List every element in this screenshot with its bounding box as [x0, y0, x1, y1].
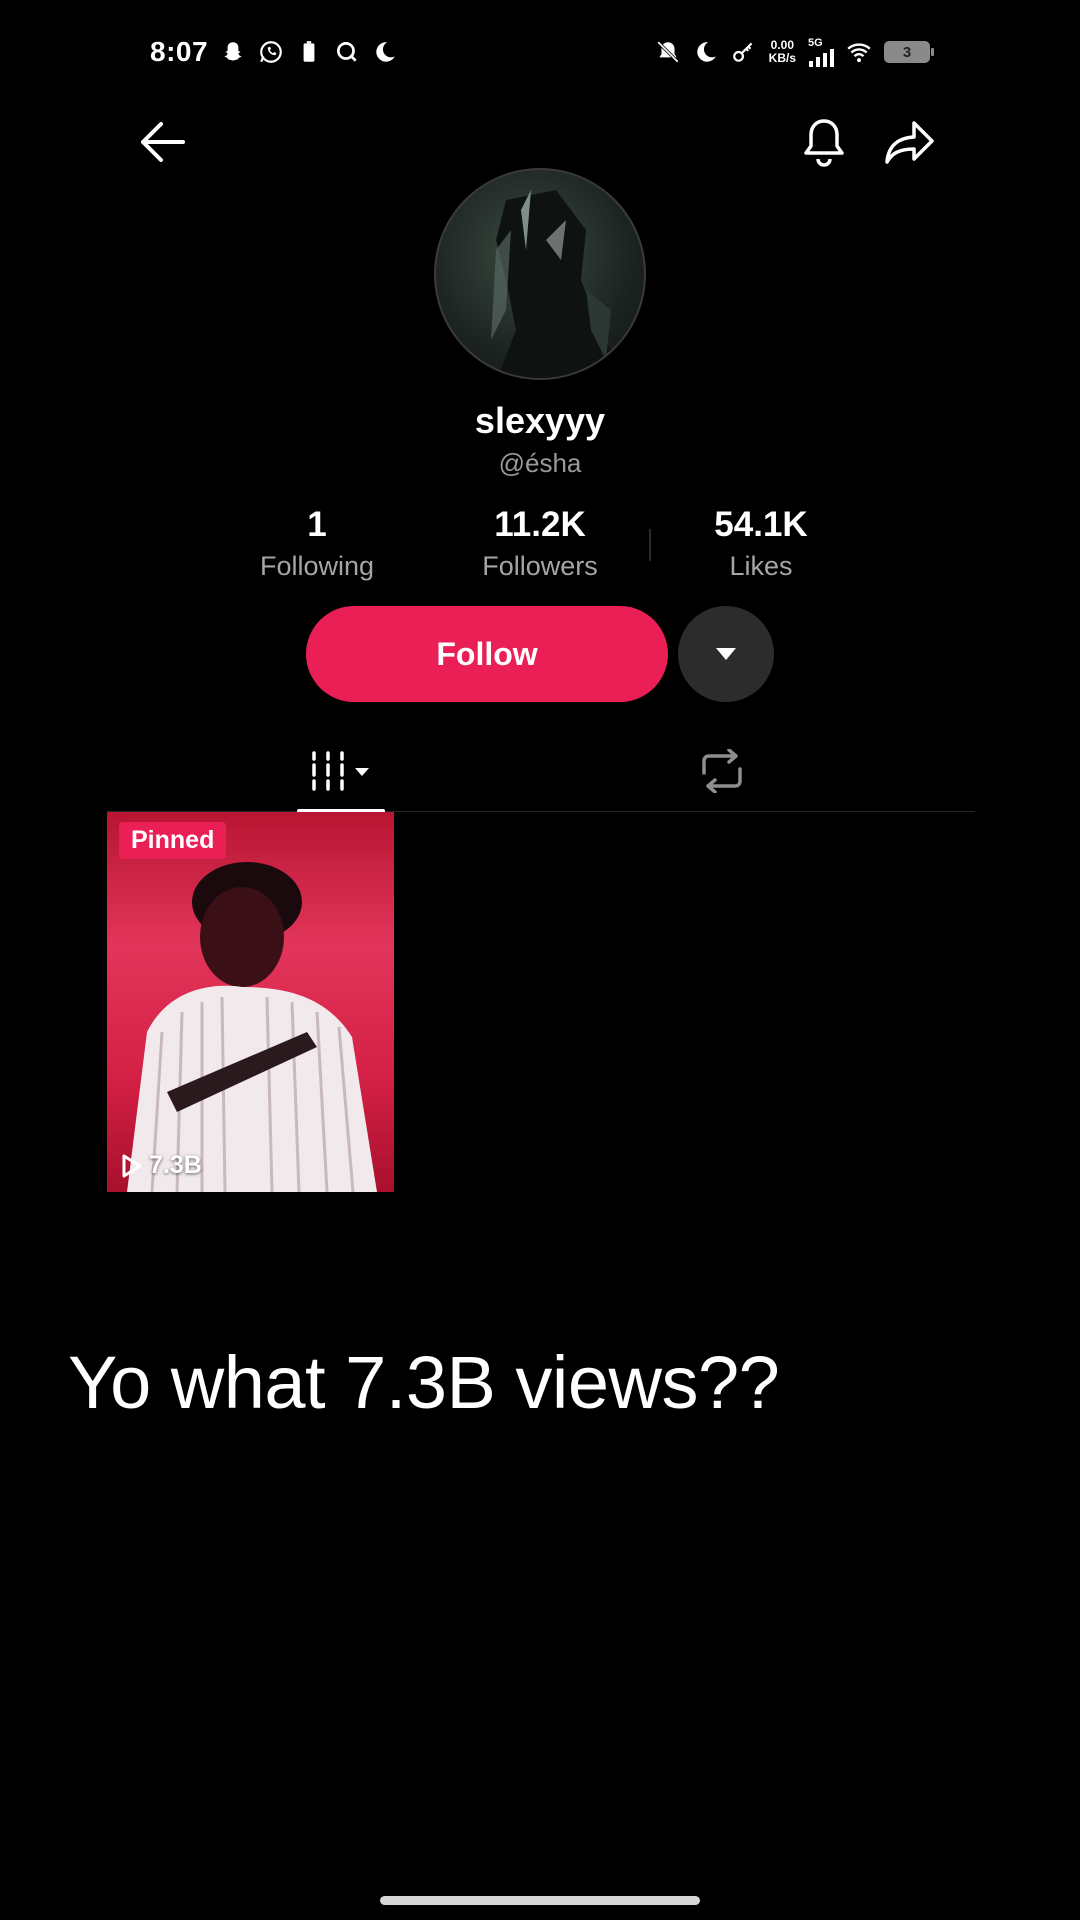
status-time: 8:07: [150, 36, 209, 67]
signal-icon: [809, 48, 834, 67]
stat-following[interactable]: 1 Following: [227, 505, 407, 582]
profile-tabs: [107, 730, 975, 813]
battery-indicator: 3: [884, 41, 934, 63]
status-left: 8:07: [150, 36, 398, 68]
view-count: 7.3B: [121, 1151, 202, 1180]
username: slexyyy: [474, 400, 606, 441]
net-speed-unit: KB/s: [768, 51, 796, 65]
play-icon: [122, 1154, 142, 1177]
overlay-caption: Yo what 7.3B views??: [68, 1341, 780, 1424]
video-tile[interactable]: Pinned 7.3B: [107, 812, 394, 1192]
avatar[interactable]: [434, 168, 646, 380]
stat-followers[interactable]: 11.2K Followers: [450, 505, 630, 582]
video-thumbnail: [127, 862, 377, 1192]
home-indicator[interactable]: [380, 1896, 700, 1905]
notifications-button[interactable]: [792, 110, 856, 174]
grid-icon: [312, 751, 369, 791]
stat-value: 54.1K: [714, 505, 808, 544]
share-icon: [885, 121, 934, 164]
network-type: 5G: [808, 36, 823, 49]
snapchat-icon: [224, 42, 242, 61]
back-button[interactable]: [130, 110, 194, 174]
repost-icon: [702, 749, 742, 793]
follow-button[interactable]: Follow: [306, 606, 668, 702]
moon-icon: [696, 42, 716, 62]
stat-label: Following: [259, 551, 375, 581]
whatsapp-icon: [260, 41, 282, 63]
handle: @ésha: [498, 448, 582, 478]
arrow-left-icon: [141, 122, 185, 162]
wifi-icon: [847, 43, 871, 63]
mute-bell-icon: [656, 41, 679, 63]
bell-icon: [804, 119, 844, 167]
q-app-icon: [337, 41, 357, 62]
net-speed: 0.00 KB/s: [769, 39, 796, 65]
tab-reposts[interactable]: [677, 730, 767, 812]
status-right: 0.00 KB/s 5G 3: [655, 36, 934, 67]
moon-icon: [376, 42, 395, 62]
stat-label: Followers: [482, 551, 598, 581]
tab-videos[interactable]: [297, 730, 387, 812]
stat-divider: [649, 529, 651, 561]
status-bar: 8:07 0.00 KB/s 5G 3: [150, 28, 934, 76]
stat-value: 1: [307, 505, 327, 544]
stat-value: 11.2K: [494, 505, 586, 544]
battery-saver-icon: [303, 41, 315, 62]
view-count-text: 7.3B: [149, 1151, 202, 1179]
avatar-image: [491, 190, 625, 378]
key-icon: [732, 42, 753, 62]
stat-likes[interactable]: 54.1K Likes: [671, 505, 851, 582]
suggested-accounts-button[interactable]: [678, 606, 774, 702]
signal-group: 5G: [808, 36, 834, 67]
stat-label: Likes: [729, 551, 793, 581]
profile-stats: 1 Following 11.2K Followers 54.1K Likes: [0, 505, 1080, 585]
caret-down-icon: [716, 648, 736, 660]
share-button[interactable]: [878, 110, 942, 174]
pinned-badge: Pinned: [119, 822, 227, 859]
